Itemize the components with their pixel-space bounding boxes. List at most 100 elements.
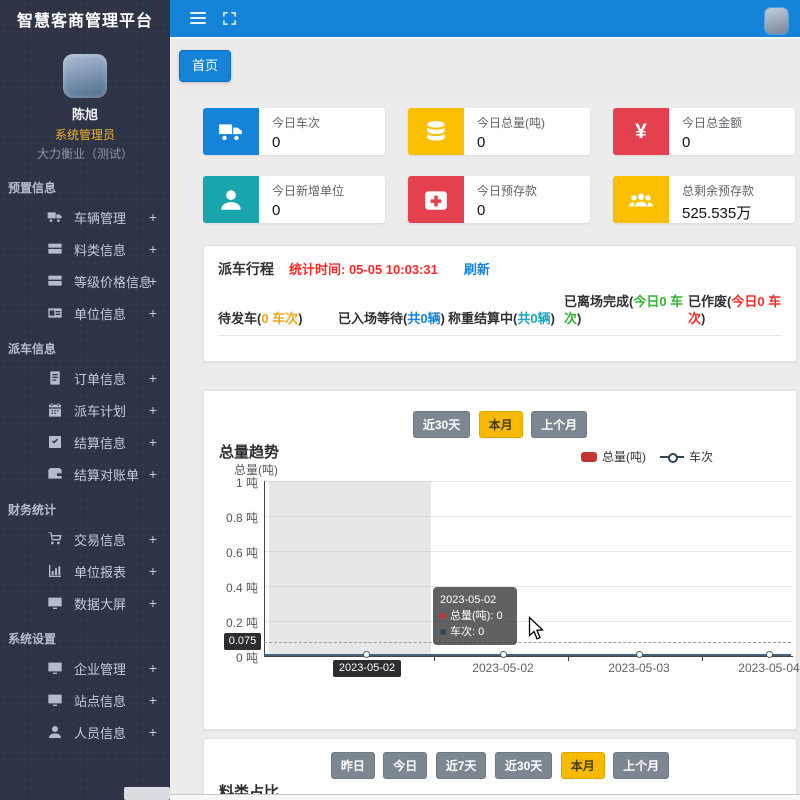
monitor-icon [47,692,63,708]
y-tick: 0.6 吨 [204,544,258,561]
trend-range-buttons: 近30天 本月 上个月 [204,411,796,438]
sidebar-item-grade-price-info[interactable]: 等级价格信息 + [0,265,170,297]
range-button-7d[interactable]: 近7天 [436,752,487,779]
sidebar-item-label: 料类信息 [74,240,126,259]
yen-glyph: ¥ [635,121,647,142]
sidebar-item-dispatch-plan[interactable]: 派车计划 + [0,394,170,426]
person-icon [47,724,63,740]
yen-icon: ¥ [613,108,669,155]
wallet-icon [47,466,63,482]
cart-icon [47,531,63,547]
tooltip-date: 2023-05-02 [440,592,510,608]
sidebar-item-enterprise-management[interactable]: 企业管理 + [0,652,170,684]
x-label: 2023-05-03 [599,661,679,675]
x-axis-tick [434,657,435,661]
data-point[interactable] [766,651,773,658]
range-button-yesterday[interactable]: 昨日 [331,752,375,779]
expand-plus-icon: + [149,362,157,394]
trend-chart: 总量(吨) 1 吨 0.8 吨 0.6 吨 0.4 吨 0.2 吨 0 吨 0.… [204,461,796,701]
sidebar-section-finance: 财务统计 [0,490,170,523]
sidebar-item-material-info[interactable]: 料类信息 + [0,233,170,265]
sidebar-item-settlement-statement[interactable]: 结算对账单 + [0,458,170,490]
expand-plus-icon: + [149,523,157,555]
mark-line-value: 0.075 [224,633,261,650]
sidebar-item-settlement-info[interactable]: 结算信息 + [0,426,170,458]
sidebar-item-label: 订单信息 [74,369,126,388]
sidebar-item-data-screen[interactable]: 数据大屏 + [0,587,170,619]
sidebar-section-preset: 预置信息 [0,168,170,201]
tab-home[interactable]: 首页 [179,50,231,82]
sidebar-item-transaction-info[interactable]: 交易信息 + [0,523,170,555]
chart-tooltip: 2023-05-02 总量(吨): 0 车次: 0 [433,587,517,645]
stat-cards: 今日车次0 今日总量(吨)0 ¥ 今日总金额0 今日新增单位0 今日预存款0 总… [203,108,795,223]
monitor-icon [47,595,63,611]
sidebar-item-personnel-info[interactable]: 人员信息 + [0,716,170,748]
database-icon [408,108,464,155]
trips-series-line [264,654,791,656]
sidebar-item-label: 人员信息 [74,723,126,742]
stat-card-today-trips: 今日车次0 [203,108,385,155]
stat-label: 今日总量(吨) [477,114,545,131]
check-square-icon [47,434,63,450]
data-point[interactable] [363,651,370,658]
trend-panel: 近30天 本月 上个月 总量趋势 总量(吨) 车次 总量(吨) 1 吨 0.8 … [203,390,797,730]
sidebar-item-order-info[interactable]: 订单信息 + [0,362,170,394]
stat-label: 今日预存款 [477,182,537,199]
y-tick: 0.4 吨 [204,579,258,596]
sidebar-menu: 预置信息 车辆管理 + 料类信息 + 等级价格信息 + 单位信息 + 派 [0,168,170,748]
sidebar-item-label: 等级价格信息 [74,272,152,291]
sidebar-item-unit-report[interactable]: 单位报表 + [0,555,170,587]
x-label: 2023-05-02 [463,661,543,675]
truck-icon [203,108,259,155]
sidebar-scrollbar[interactable] [124,787,170,800]
stat-card-total-remaining-deposit: 总剩余预存款525.535万 [613,176,795,223]
person-icon [203,176,259,223]
stat-label: 总剩余预存款 [682,182,754,199]
legend-bar-swatch[interactable] [581,452,597,462]
box-icon [47,241,63,257]
calendar-icon [47,402,63,418]
stat-label: 今日车次 [272,114,320,131]
sidebar-item-site-info[interactable]: 站点信息 + [0,684,170,716]
stat-value: 0 [682,134,742,151]
range-button-this-month[interactable]: 本月 [479,411,523,438]
expand-plus-icon: + [149,587,157,619]
data-point[interactable] [500,651,507,658]
hamburger-icon[interactable] [190,12,206,25]
range-button-last-month[interactable]: 上个月 [613,752,669,779]
expand-plus-icon: + [149,555,157,587]
sidebar-item-label: 单位信息 [74,304,126,323]
topbar [170,0,800,37]
dispatch-col-departed: 已离场完成(今日0 车次) [564,293,688,327]
user-avatar[interactable] [63,54,107,98]
truck-icon [47,209,63,225]
tooltip-row-tonnage: 总量(吨): 0 [440,608,510,624]
x-axis-tick [702,657,703,661]
range-button-this-month[interactable]: 本月 [561,752,605,779]
user-avatar-image[interactable] [765,8,788,34]
sidebar-item-unit-info[interactable]: 单位信息 + [0,297,170,329]
tab-strip: 首页 [170,37,800,97]
expand-plus-icon: + [149,265,157,297]
x-axis-line [264,656,793,657]
stat-value: 0 [477,202,537,219]
stat-card-new-units: 今日新增单位0 [203,176,385,223]
dispatch-col-waiting: 待发车(0 车次) [218,310,338,327]
x-axis-pointer-label: 2023-05-02 [333,660,401,677]
y-tick: 1 吨 [204,474,258,491]
dispatch-col-entered: 已入场等待(共0辆) [338,310,448,327]
range-button-30d[interactable]: 近30天 [413,411,470,438]
range-button-last-month[interactable]: 上个月 [531,411,587,438]
fullscreen-expand-icon[interactable] [222,11,237,26]
legend-line-marker[interactable] [660,456,684,458]
dispatch-header: 派车行程 统计时间: 05-05 10:03:31 刷新 [204,246,796,279]
sidebar-item-vehicle-management[interactable]: 车辆管理 + [0,201,170,233]
sidebar-item-label: 结算对账单 [74,465,139,484]
refresh-link[interactable]: 刷新 [464,259,490,278]
red-dot-icon [440,613,446,619]
horizontal-scrollbar[interactable] [170,794,800,800]
expand-plus-icon: + [149,426,157,458]
data-point[interactable] [636,651,643,658]
range-button-today[interactable]: 今日 [383,752,427,779]
range-button-30d[interactable]: 近30天 [495,752,552,779]
